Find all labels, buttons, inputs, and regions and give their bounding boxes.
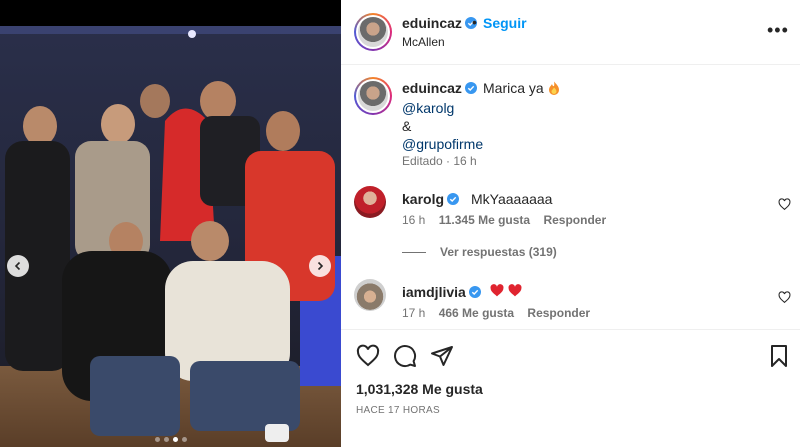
verified-badge-icon <box>464 82 477 94</box>
post-actions: 1,031,328 Me gusta HACE 17 HORAS <box>341 329 800 447</box>
verified-badge-icon <box>447 193 460 205</box>
like-heart-icon[interactable] <box>356 344 380 368</box>
caption-text: Marica ya <box>483 80 560 96</box>
comment-emoji <box>490 284 522 300</box>
mention-grupofirme[interactable]: @grupofirme <box>402 136 483 152</box>
author-username[interactable]: eduincaz <box>402 15 477 31</box>
view-replies-button[interactable]: Ver respuestas (319) <box>402 245 557 259</box>
post-details-panel: eduincaz • Seguir McAllen ••• eduincaz M… <box>341 0 800 447</box>
commenter-avatar[interactable] <box>354 186 386 218</box>
reply-button[interactable]: Responder <box>543 213 606 227</box>
chevron-left-icon <box>14 261 21 271</box>
carousel-dot <box>154 437 160 442</box>
carousel-prev-button[interactable] <box>7 255 29 277</box>
caption-edited-time: Editado · 16 h <box>402 154 477 168</box>
post-like-count[interactable]: 1,031,328 Me gusta <box>356 381 483 397</box>
carousel-dot <box>181 437 187 442</box>
chevron-right-icon <box>317 261 324 271</box>
comment-like-heart-icon[interactable] <box>778 198 791 211</box>
post-location[interactable]: McAllen <box>402 35 445 49</box>
commenter-avatar[interactable] <box>354 279 386 311</box>
comment-bubble-icon[interactable] <box>393 344 417 368</box>
instagram-post: eduincaz • Seguir McAllen ••• eduincaz M… <box>0 0 800 447</box>
red-heart-emoji-icon <box>508 284 522 297</box>
fire-emoji-icon <box>548 81 559 95</box>
header-bullet: • <box>472 14 477 30</box>
verified-badge-icon <box>468 286 481 298</box>
comment-age[interactable]: 16 h <box>402 213 425 227</box>
caption-username[interactable]: eduincaz <box>402 80 477 96</box>
commenter-username[interactable]: iamdjlivia <box>402 284 481 300</box>
carousel-dots <box>0 437 341 442</box>
comment-meta: 17 h 466 Me gusta Responder <box>402 306 600 320</box>
post-media[interactable] <box>0 26 341 447</box>
comment-like-heart-icon[interactable] <box>778 291 791 304</box>
carousel-next-button[interactable] <box>309 255 331 277</box>
post-timestamp[interactable]: HACE 17 HORAS <box>356 405 440 416</box>
share-paper-plane-icon[interactable] <box>430 344 454 368</box>
reply-button[interactable]: Responder <box>527 306 590 320</box>
red-heart-emoji-icon <box>490 284 504 297</box>
follow-button[interactable]: Seguir <box>483 15 527 31</box>
group-photo <box>0 26 341 447</box>
carousel-dot <box>163 437 169 442</box>
more-options-icon[interactable]: ••• <box>767 21 789 39</box>
mention-karolg[interactable]: @karolg <box>402 100 454 116</box>
author-avatar[interactable] <box>354 13 392 51</box>
save-bookmark-icon[interactable] <box>767 344 791 368</box>
comment-text: MkYaaaaaaa <box>471 191 553 207</box>
comment-age[interactable]: 17 h <box>402 306 425 320</box>
post-header: eduincaz • Seguir McAllen ••• <box>341 0 800 65</box>
caption-ampersand: & <box>402 118 412 134</box>
comment-likes[interactable]: 466 Me gusta <box>439 306 514 320</box>
commenter-username[interactable]: karolg <box>402 191 460 207</box>
comment-meta: 16 h 11.345 Me gusta Responder <box>402 213 616 227</box>
carousel-dot-active <box>172 437 178 442</box>
comment-likes[interactable]: 11.345 Me gusta <box>439 213 530 227</box>
caption-author-avatar[interactable] <box>354 77 392 115</box>
